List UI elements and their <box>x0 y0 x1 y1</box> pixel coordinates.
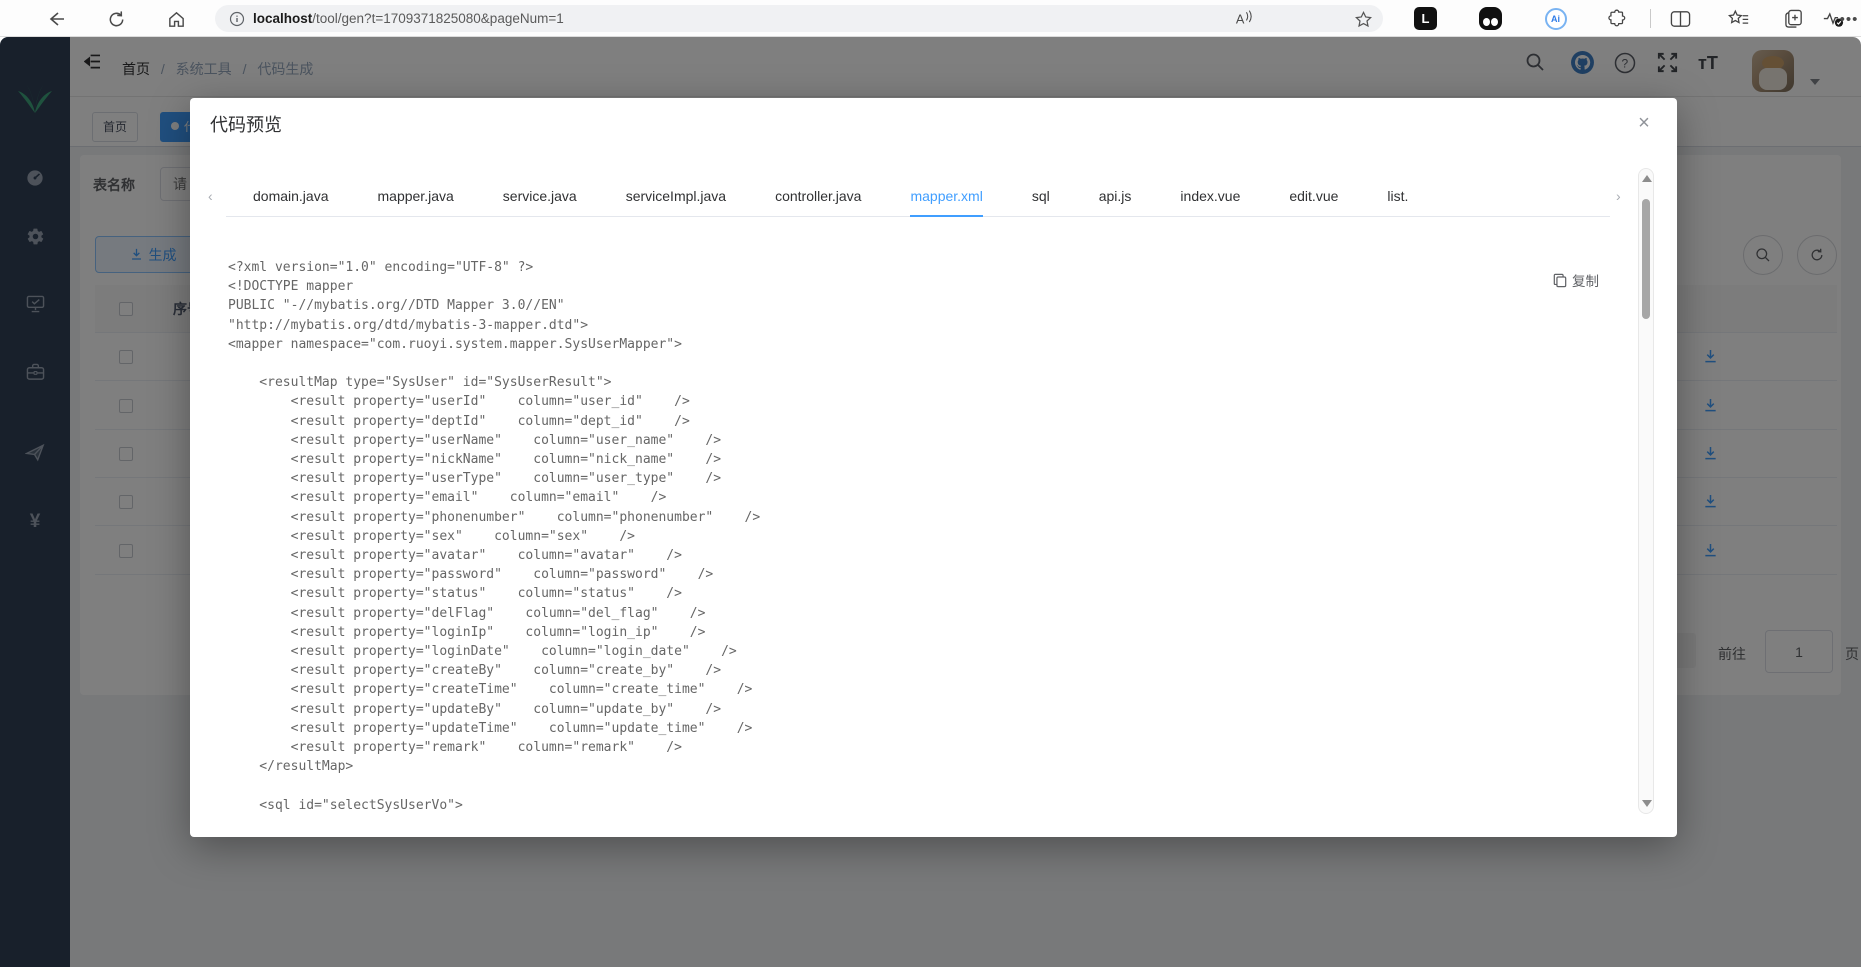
tab-service-java[interactable]: service.java <box>503 177 577 217</box>
svg-text:A: A <box>1236 12 1245 27</box>
url-host: localhost <box>253 11 313 26</box>
file-tabbar: ‹ domain.java mapper.java service.java s… <box>208 177 1621 217</box>
code-scrollbar[interactable] <box>1638 168 1654 814</box>
file-tabs: domain.java mapper.java service.java ser… <box>253 177 1457 217</box>
toolbar-divider <box>1650 9 1651 28</box>
tabs-next-icon[interactable]: › <box>1616 188 1621 204</box>
back-icon[interactable] <box>42 5 70 33</box>
refresh-icon[interactable] <box>102 5 130 33</box>
url-path: /tool/gen?t=1709371825080&pageNum=1 <box>312 11 564 26</box>
read-aloud-icon[interactable]: A <box>1231 5 1259 33</box>
copy-button[interactable]: 复制 <box>1553 270 1599 290</box>
split-screen-icon[interactable] <box>1668 6 1693 31</box>
extension-ai-icon[interactable]: Ai <box>1543 6 1568 31</box>
tab-mapper-java[interactable]: mapper.java <box>378 177 454 217</box>
code-content[interactable]: <?xml version="1.0" encoding="UTF-8" ?> … <box>228 258 760 815</box>
extension-dark-icon[interactable] <box>1478 6 1503 31</box>
dialog-title: 代码预览 <box>210 115 282 135</box>
tabs-prev-icon[interactable]: ‹ <box>208 188 213 204</box>
extension-l-icon[interactable]: L <box>1413 6 1438 31</box>
collections-icon[interactable] <box>1782 6 1807 31</box>
tab-index-vue[interactable]: index.vue <box>1180 177 1240 217</box>
favorite-star-icon[interactable] <box>1349 5 1377 33</box>
tab-domain-java[interactable]: domain.java <box>253 177 329 217</box>
browser-toolbar: localhost/tool/gen?t=1709371825080&pageN… <box>0 0 1861 37</box>
scrollbar-thumb[interactable] <box>1642 199 1650 319</box>
close-icon[interactable]: × <box>1632 112 1656 136</box>
extensions-puzzle-icon[interactable] <box>1604 6 1629 31</box>
site-info-icon[interactable] <box>229 11 245 27</box>
tab-mapper-xml[interactable]: mapper.xml <box>910 177 983 217</box>
scroll-up-icon[interactable] <box>1642 175 1652 182</box>
tab-edit-vue[interactable]: edit.vue <box>1289 177 1338 217</box>
favorites-list-icon[interactable] <box>1726 6 1751 31</box>
address-bar[interactable]: localhost/tool/gen?t=1709371825080&pageN… <box>215 5 1383 32</box>
home-icon[interactable] <box>162 5 190 33</box>
tab-list-vue[interactable]: list. <box>1387 177 1408 217</box>
settings-menu-icon[interactable]: ••• <box>1835 5 1861 33</box>
tab-controller-java[interactable]: controller.java <box>775 177 861 217</box>
copy-icon <box>1553 273 1567 287</box>
code-preview-dialog: 代码预览 × ‹ domain.java mapper.java service… <box>190 98 1677 837</box>
tab-serviceimpl-java[interactable]: serviceImpl.java <box>626 177 726 217</box>
url-text: localhost/tool/gen?t=1709371825080&pageN… <box>253 11 564 26</box>
scroll-down-icon[interactable] <box>1642 800 1652 807</box>
tab-sql[interactable]: sql <box>1032 177 1050 217</box>
tab-api-js[interactable]: api.js <box>1099 177 1132 217</box>
